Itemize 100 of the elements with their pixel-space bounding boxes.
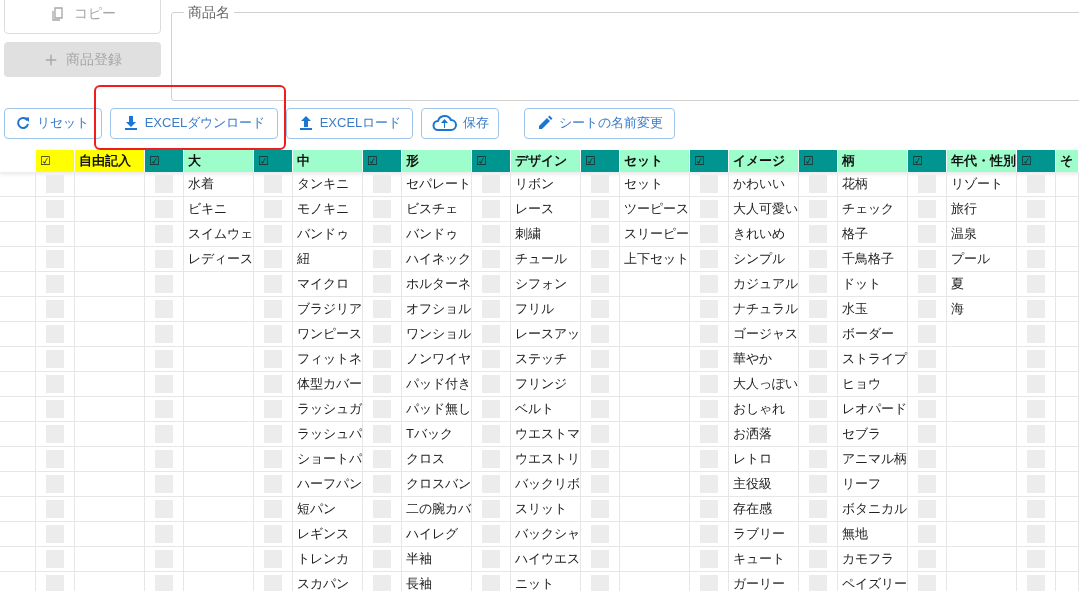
header-check-cell[interactable]: ☑ xyxy=(1017,150,1056,172)
table-cell: レギンス xyxy=(293,522,363,547)
table-cell: 体型カバー xyxy=(293,372,363,397)
column-header: そ xyxy=(1056,150,1079,172)
table-cell: ベルト xyxy=(511,397,581,422)
header-check-cell[interactable]: ☑ xyxy=(472,150,511,172)
column-header: 年代・性別 xyxy=(947,150,1017,172)
table-cell: ドット xyxy=(838,272,908,297)
table-cell: 二の腕カバ xyxy=(402,497,472,522)
table-cell: シフォン xyxy=(511,272,581,297)
table-cell: ウエストリ xyxy=(511,447,581,472)
table-cell: フィットネ xyxy=(293,347,363,372)
table-cell: バンドゥ xyxy=(293,222,363,247)
header-check-cell[interactable]: ☑ xyxy=(581,150,620,172)
table-cell: リゾート xyxy=(947,172,1017,197)
table-cell: ツーピース xyxy=(620,197,690,222)
table-cell: ゴージャス xyxy=(729,322,799,347)
header-check-cell[interactable]: ☑ xyxy=(36,150,75,172)
table-cell: 長袖 xyxy=(402,572,472,591)
table-cell: タンキニ xyxy=(293,172,363,197)
table-cell: ペイズリー xyxy=(838,572,908,591)
toolbar-button[interactable]: リセット xyxy=(4,107,102,139)
cloud-upload-icon xyxy=(431,114,457,132)
table-cell: ステッチ xyxy=(511,347,581,372)
header-check-cell[interactable]: ☑ xyxy=(690,150,729,172)
table-cell: プール xyxy=(947,247,1017,272)
plus-icon xyxy=(43,52,58,67)
table-cell: ワンショル xyxy=(402,322,472,347)
table-cell: フリル xyxy=(511,297,581,322)
table-cell: Tバック xyxy=(402,422,472,447)
header-check-cell[interactable]: ☑ xyxy=(908,150,947,172)
table-cell: 水玉 xyxy=(838,297,908,322)
table-cell: ラッシュパ xyxy=(293,422,363,447)
table-cell: ボーダー xyxy=(838,322,908,347)
table-cell: オフショル xyxy=(402,297,472,322)
table-cell: 旅行 xyxy=(947,197,1017,222)
toolbar-button[interactable]: EXCELロード xyxy=(286,107,413,139)
table-cell: ワンピース xyxy=(293,322,363,347)
table-cell: セパレート xyxy=(402,172,472,197)
table-cell: 主役級 xyxy=(729,472,799,497)
table-cell: 刺繍 xyxy=(511,222,581,247)
column-header: イメージ xyxy=(729,150,799,172)
toolbar-button[interactable]: シートの名前変更 xyxy=(524,107,675,139)
table-cell: ナチュラル xyxy=(729,297,799,322)
table-cell: 半袖 xyxy=(402,547,472,572)
table-cell: 無地 xyxy=(838,522,908,547)
header-check-cell[interactable]: ☑ xyxy=(145,150,184,172)
column-header: 柄 xyxy=(838,150,908,172)
table-cell: ウエストマ xyxy=(511,422,581,447)
table-cell: 花柄 xyxy=(838,172,908,197)
table-cell: パッド付き xyxy=(402,372,472,397)
table-cell: 水着 xyxy=(184,172,254,197)
table-cell: ラッシュガ xyxy=(293,397,363,422)
header-check-cell[interactable]: ☑ xyxy=(363,150,402,172)
column-header: 大 xyxy=(184,150,254,172)
table-cell: ノンワイヤ xyxy=(402,347,472,372)
field-label: 商品名 xyxy=(187,5,231,19)
table-cell: ビスチェ xyxy=(402,197,472,222)
header-check-cell[interactable]: ☑ xyxy=(254,150,293,172)
table-cell: 短パン xyxy=(293,497,363,522)
toolbar-button[interactable]: EXCELダウンロード xyxy=(110,107,278,139)
table-cell: 格子 xyxy=(838,222,908,247)
download-icon xyxy=(122,115,139,131)
table-cell: ハイネック xyxy=(402,247,472,272)
refresh-icon xyxy=(15,115,31,131)
table-cell: ガーリー xyxy=(729,572,799,591)
table-cell: レース xyxy=(511,197,581,222)
table-cell: セブラ xyxy=(838,422,908,447)
table-cell: ビキニ xyxy=(184,197,254,222)
table-cell: レースアッ xyxy=(511,322,581,347)
table-cell: クロス xyxy=(402,447,472,472)
table-cell: シンプル xyxy=(729,247,799,272)
table-cell: キュート xyxy=(729,547,799,572)
upload-icon xyxy=(297,115,314,131)
table-cell: スリーピー xyxy=(620,222,690,247)
product-name-field[interactable]: 商品名 xyxy=(171,5,1079,101)
table-cell: パッド無し xyxy=(402,397,472,422)
header-check-cell[interactable]: ☑ xyxy=(799,150,838,172)
copy-icon xyxy=(49,5,66,22)
table-cell: おしゃれ xyxy=(729,397,799,422)
toolbar-button[interactable]: 保存 xyxy=(421,107,499,139)
table-cell: バックリボ xyxy=(511,472,581,497)
table-cell: レオパード xyxy=(838,397,908,422)
column-header: 形 xyxy=(402,150,472,172)
table-cell: レトロ xyxy=(729,447,799,472)
table-cell: ストライプ xyxy=(838,347,908,372)
table-cell: 大人っぽい xyxy=(729,372,799,397)
table-cell: カジュアル xyxy=(729,272,799,297)
table-cell: ハイレグ xyxy=(402,522,472,547)
table-cell: ボタニカル xyxy=(838,497,908,522)
column-header: 自由記入 xyxy=(75,150,145,172)
pencil-icon xyxy=(536,115,553,131)
table-cell: スリット xyxy=(511,497,581,522)
table-cell: セット xyxy=(620,172,690,197)
table-cell: ヒョウ xyxy=(838,372,908,397)
table-cell: 大人可愛い xyxy=(729,197,799,222)
column-header: デザイン xyxy=(511,150,581,172)
table-cell: チェック xyxy=(838,197,908,222)
table-cell: チュール xyxy=(511,247,581,272)
table-cell: ハイウエス xyxy=(511,547,581,572)
